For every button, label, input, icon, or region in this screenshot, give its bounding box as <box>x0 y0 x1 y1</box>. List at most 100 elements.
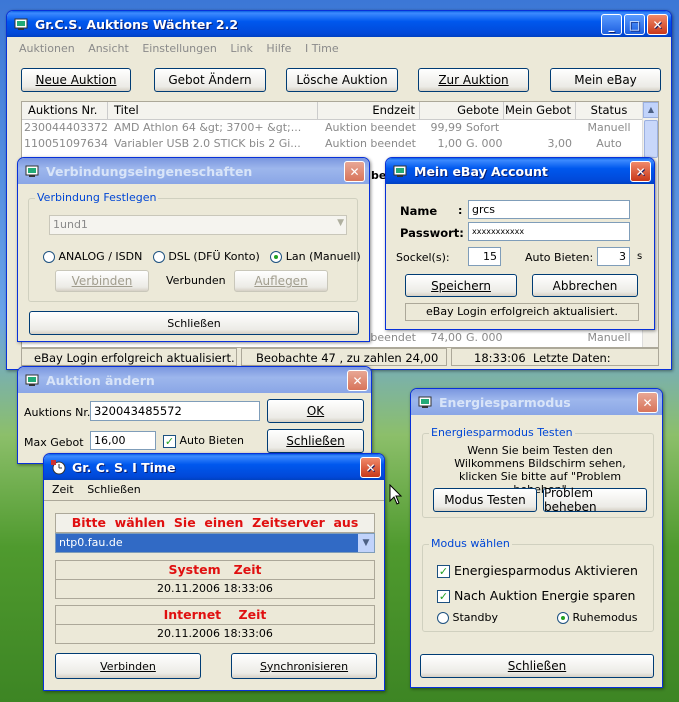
itime-verbinden-button[interactable]: Verbinden <box>55 653 201 679</box>
cell-endzeit: Auktion beendet <box>325 121 416 134</box>
auto-bieten-input[interactable]: 3 <box>597 247 630 266</box>
loesche-auktion-button[interactable]: Lösche Auktion <box>286 68 398 92</box>
auto-bieten-checkbox[interactable]: ✓ Auto Bieten <box>163 434 244 448</box>
auktion-titlebar[interactable]: Auktion ändern ✕ <box>18 367 371 393</box>
app-icon <box>417 394 433 410</box>
modus-testen-label: Modus Testen <box>444 493 526 507</box>
ebay-title: Mein eBay Account <box>414 163 548 179</box>
menu-einstellungen[interactable]: Einstellungen <box>142 42 217 55</box>
close-button[interactable]: ✕ <box>630 161 651 182</box>
status-time: 18:33:06 <box>474 351 526 365</box>
col-endzeit[interactable]: Endzeit <box>318 102 420 119</box>
maximize-button[interactable]: □ <box>624 14 645 35</box>
auflegen-label: Auflegen <box>254 274 308 288</box>
chk2-label: Nach Auktion Energie sparen <box>453 588 636 603</box>
col-gebote[interactable]: Gebote <box>420 102 504 119</box>
verbindung-group: Verbindung Festlegen 1und1 ▼ ANALOG / IS… <box>28 191 361 302</box>
energie-close-label: Schließen <box>507 659 567 673</box>
password-input[interactable]: xxxxxxxxxxx <box>468 222 630 241</box>
mein-ebay-label: Mein eBay <box>574 73 637 87</box>
close-button[interactable]: ✕ <box>347 370 368 391</box>
menu-itime[interactable]: I Time <box>305 42 339 55</box>
problem-beheben-button[interactable]: Problem beheben <box>543 486 647 514</box>
zeitserver-select[interactable]: ntp0.fau.de ▼ <box>55 533 375 553</box>
minimize-button[interactable]: _ <box>601 14 622 35</box>
neue-auktion-button[interactable]: Neue Auktion <box>21 68 131 92</box>
chevron-down-icon[interactable]: ▼ <box>358 534 374 552</box>
energie-close-button[interactable]: Schließen <box>420 654 654 678</box>
close-button[interactable]: ✕ <box>647 14 668 35</box>
provider-select[interactable]: 1und1 ▼ <box>49 215 347 235</box>
menu-hilfe[interactable]: Hilfe <box>266 42 291 55</box>
radio-analog-label: ANALOG / ISDN <box>58 250 143 263</box>
modus-testen-button[interactable]: Modus Testen <box>433 488 537 512</box>
nach-auktion-checkbox[interactable]: ✓ Nach Auktion Energie sparen <box>437 588 635 603</box>
radio-dsl[interactable]: DSL (DFÜ Konto) <box>152 250 260 263</box>
close-button[interactable]: ✕ <box>637 392 658 413</box>
scroll-up-arrow-icon[interactable]: ▲ <box>643 102 658 118</box>
zeitserver-prompt: Bitte wählen Sie einen Zeitserver aus <box>55 513 375 533</box>
max-gebot-input[interactable]: 16,00 <box>90 431 156 450</box>
radio-dsl-label: DSL (DFÜ Konto) <box>168 250 260 263</box>
verbindung-close-button[interactable]: Schließen <box>29 311 359 335</box>
cell-gebote: 99,99 <box>430 121 463 134</box>
ok-label: OK <box>306 404 325 418</box>
modus-group-label: Modus wählen <box>429 537 512 550</box>
zur-auktion-label: Zur Auktion <box>438 73 509 87</box>
mouse-cursor-icon <box>389 484 403 505</box>
close-button[interactable]: ✕ <box>344 161 365 182</box>
synchronisieren-button[interactable]: Synchronisieren <box>231 653 377 679</box>
zur-auktion-button[interactable]: Zur Auktion <box>418 68 529 92</box>
ok-button[interactable]: OK <box>267 399 364 423</box>
system-zeit-value: 20.11.2006 18:33:06 <box>55 580 375 599</box>
main-menubar: Auktionen Ansicht Einstellungen Link Hil… <box>19 42 349 55</box>
radio-standby[interactable]: Standby <box>437 611 498 624</box>
ebay-titlebar[interactable]: Mein eBay Account ✕ <box>386 158 654 184</box>
sockel-input[interactable]: 15 <box>468 247 501 266</box>
col-titel[interactable]: Titel <box>108 102 318 119</box>
energie-test-group: Energiesparmodus Testen Wenn Sie beim Te… <box>422 426 654 518</box>
menu-zeit[interactable]: Zeit <box>52 483 74 496</box>
col-status[interactable]: Status <box>576 102 642 119</box>
energiesparmodus-checkbox[interactable]: ✓ Energiesparmodus Aktivieren <box>437 563 638 578</box>
auto-bieten-label: Auto Bieten <box>179 434 244 447</box>
col-auktions-nr[interactable]: Auktions Nr. <box>22 102 108 119</box>
name-input[interactable]: grcs <box>468 200 630 219</box>
speichern-button[interactable]: Speichern <box>405 274 517 297</box>
provider-select-value: 1und1 <box>53 218 88 231</box>
table-header: Auktions Nr. Titel Endzeit Gebote Mein G… <box>22 102 658 120</box>
mein-ebay-button[interactable]: Mein eBay <box>550 68 661 92</box>
checkmark-icon: ✓ <box>163 434 176 448</box>
itime-titlebar[interactable]: Gr. C. S. I Time ✕ <box>44 454 384 480</box>
clock-app-icon <box>50 459 66 475</box>
radio-ruhemodus[interactable]: Ruhemodus <box>557 611 638 624</box>
close-button[interactable]: ✕ <box>360 457 381 478</box>
radio-lan-label: Lan (Manuell) <box>285 250 361 263</box>
radio-lan[interactable]: Lan (Manuell) <box>270 250 361 263</box>
menu-divider <box>44 500 384 501</box>
scroll-thumb[interactable] <box>644 120 658 158</box>
menu-auktionen[interactable]: Auktionen <box>19 42 75 55</box>
abbrechen-button[interactable]: Abbrechen <box>532 274 638 297</box>
menu-ansicht[interactable]: Ansicht <box>88 42 129 55</box>
gebot-aendern-button[interactable]: Gebot Ändern <box>154 68 266 92</box>
verbinden-button[interactable]: Verbinden <box>55 270 149 292</box>
verbindung-close-label: Schließen <box>167 316 221 330</box>
menu-schliessen[interactable]: Schließen <box>87 483 141 496</box>
energie-titlebar[interactable]: Energiesparmodus ✕ <box>411 389 662 415</box>
table-row[interactable]: 110051097634 Variabler USB 2.0 STICK bis… <box>22 136 658 152</box>
energie-test-label: Energiesparmodus Testen <box>429 426 575 439</box>
main-titlebar[interactable]: Gr.C.S. Auktions Wächter 2.2 _ □ ✕ <box>7 11 671 37</box>
cell-endzeit: Auktion beendet <box>325 137 416 150</box>
name-colon: : <box>458 204 463 217</box>
menu-link[interactable]: Link <box>230 42 253 55</box>
auktion-close-button[interactable]: Schließen <box>267 429 364 453</box>
itime-verbinden-label: Verbinden <box>100 659 156 673</box>
verbindung-titlebar[interactable]: Verbindungseingeneschaften ✕ <box>18 158 369 184</box>
table-row[interactable]: 230044403372 AMD Athlon 64 &gt; 3700+ &g… <box>22 120 658 136</box>
auktions-nr-input[interactable]: 320043485572 <box>90 401 260 421</box>
radio-analog[interactable]: ANALOG / ISDN <box>43 250 142 263</box>
auflegen-button[interactable]: Auflegen <box>234 270 328 292</box>
col-mein-gebot[interactable]: Mein Gebot <box>504 102 576 119</box>
speichern-label: Speichern <box>431 278 491 293</box>
